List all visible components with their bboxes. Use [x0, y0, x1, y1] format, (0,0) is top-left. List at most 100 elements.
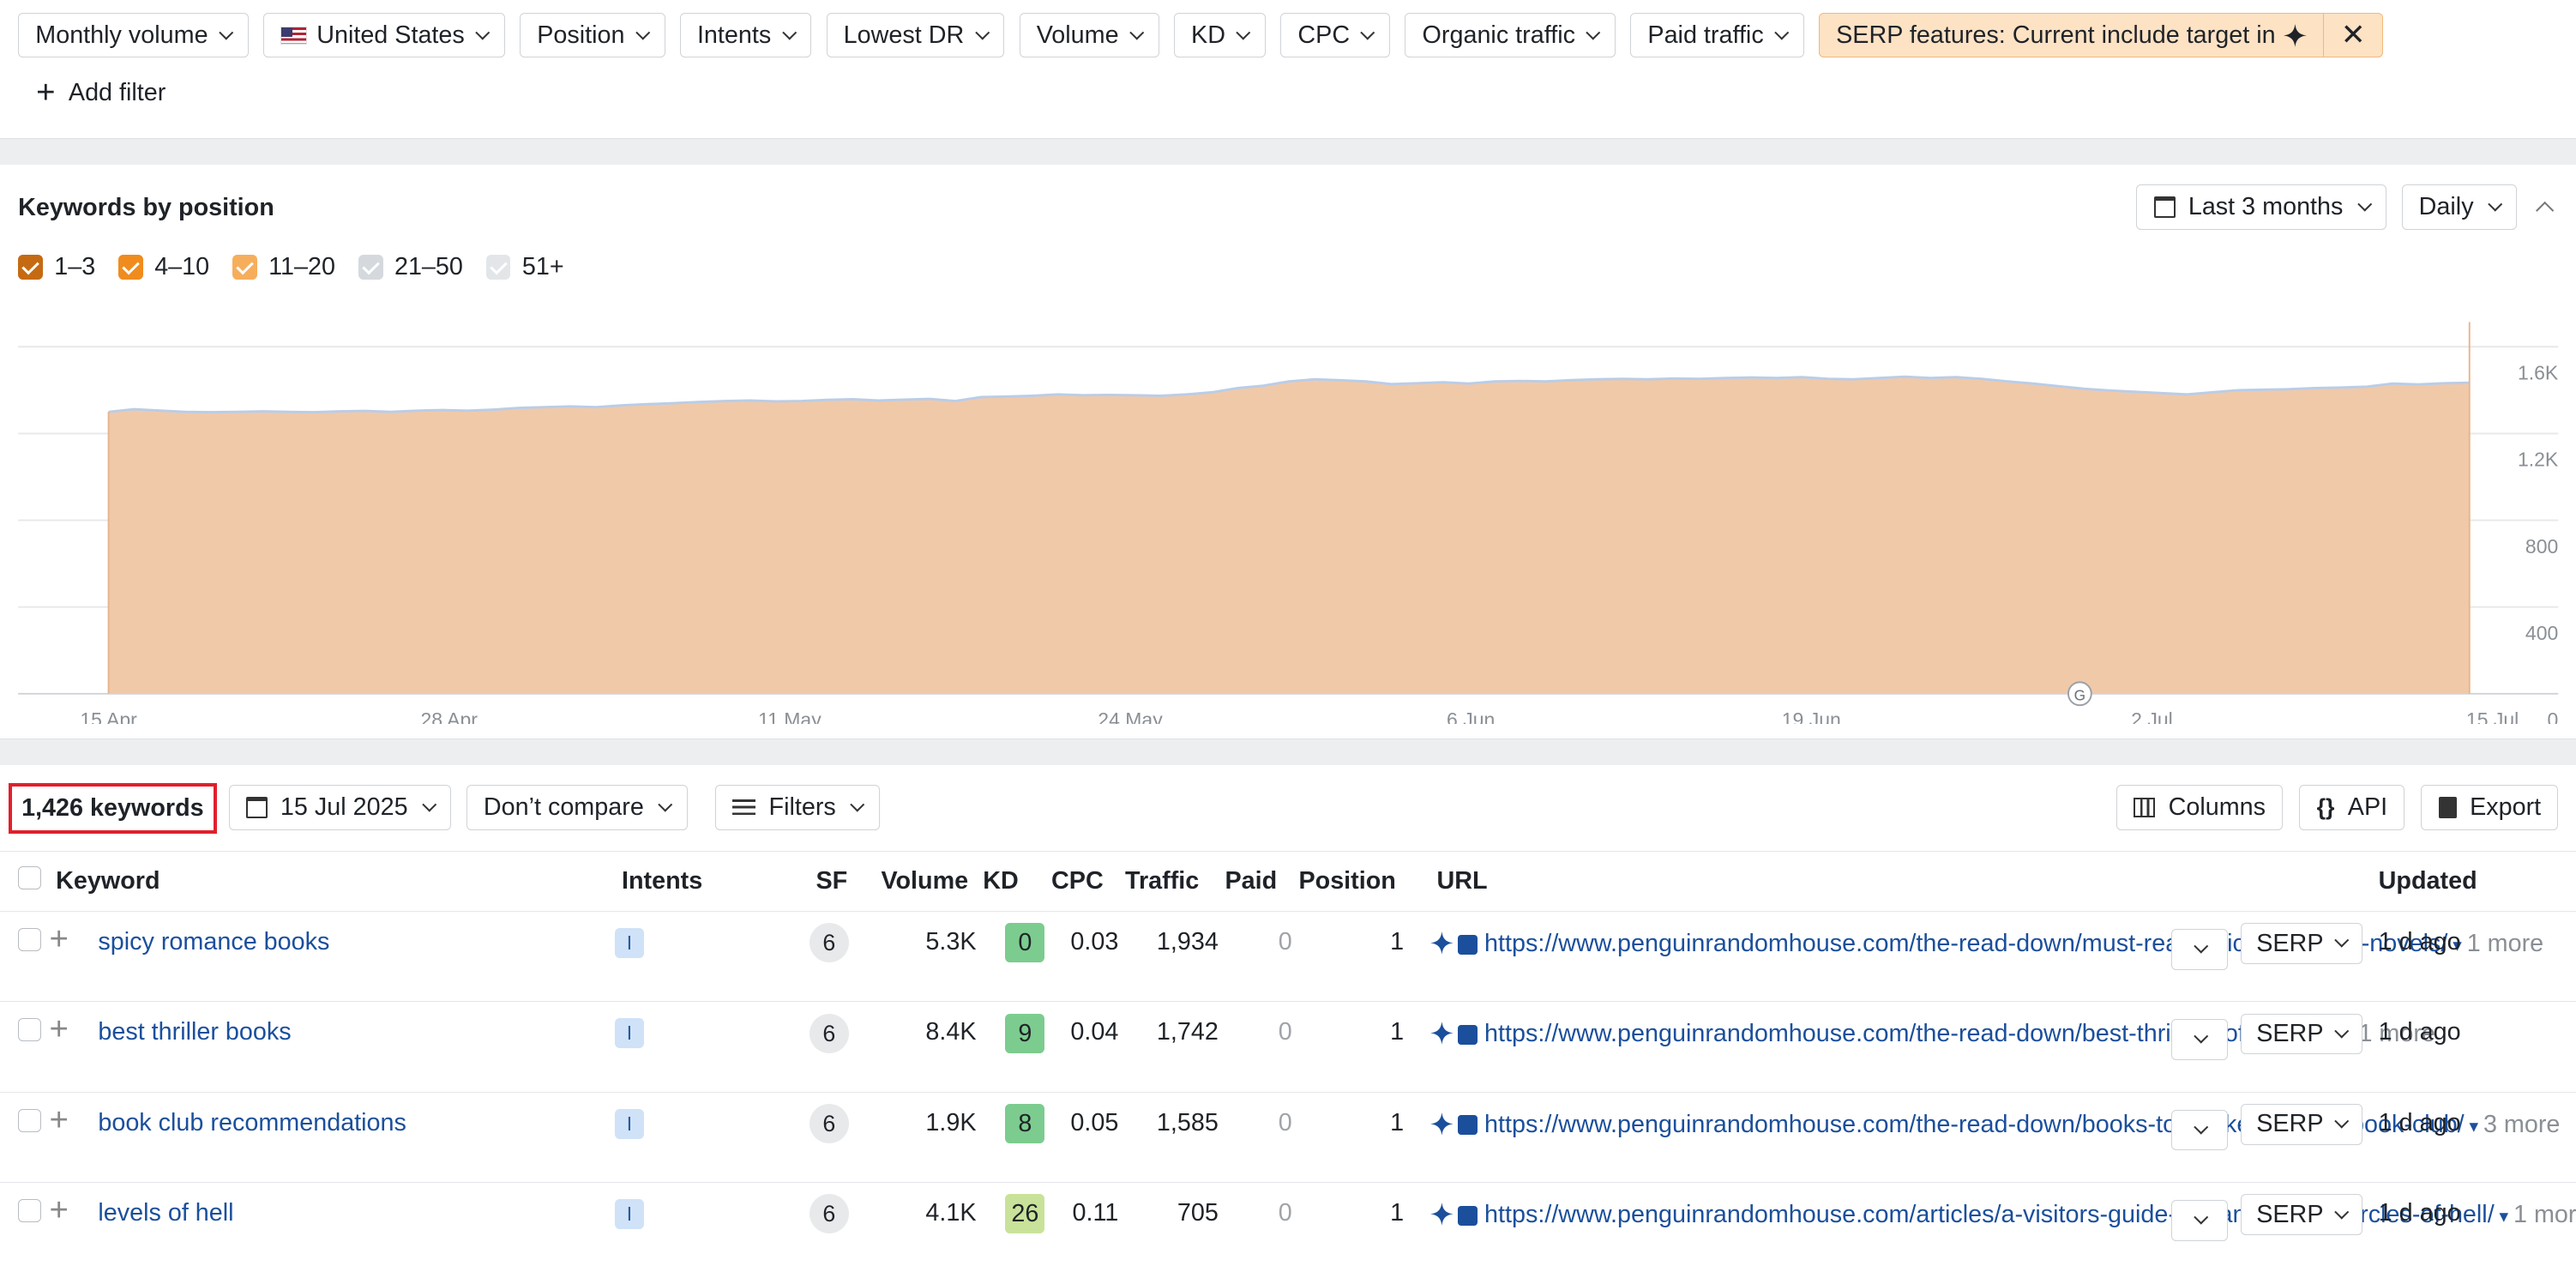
header-url[interactable]: URL: [1404, 852, 2167, 912]
dropdown-triangle-icon[interactable]: ▾: [2495, 1207, 2513, 1227]
braces-icon: {}: [2316, 793, 2335, 820]
row-actions-dropdown[interactable]: [2171, 928, 2228, 970]
legend-checkbox[interactable]: [232, 255, 257, 280]
date-dropdown[interactable]: 15 Jul 2025: [228, 784, 452, 831]
more-urls-link[interactable]: 1 more: [2467, 930, 2543, 957]
legend-checkbox[interactable]: [18, 255, 43, 280]
header-intents[interactable]: Intents: [615, 852, 810, 912]
compare-dropdown[interactable]: Don’t compare: [466, 784, 688, 831]
filter-united-states-dropdown[interactable]: United States: [262, 13, 505, 58]
legend-item[interactable]: 11–20: [232, 253, 335, 281]
legend-item[interactable]: 51+: [485, 253, 564, 281]
chart-controls: Last 3 months Daily: [2136, 184, 2558, 231]
select-all-checkbox[interactable]: [18, 866, 41, 889]
position-value: 1: [1390, 1108, 1405, 1136]
image-pack-icon: [1458, 1205, 1478, 1226]
serp-features-count[interactable]: 6: [809, 1013, 849, 1053]
add-to-list-plus-icon[interactable]: +: [49, 1010, 68, 1047]
volume-value: 8.4K: [925, 1018, 977, 1046]
export-button[interactable]: Export: [2421, 784, 2559, 831]
filter-lowest-dr-dropdown[interactable]: Lowest DR: [826, 13, 1005, 58]
interval-label: Daily: [2418, 193, 2474, 221]
x-tick-label: 6 Jun: [1447, 708, 1495, 723]
filters-dropdown[interactable]: Filters: [715, 784, 880, 831]
legend-item[interactable]: 21–50: [358, 253, 463, 281]
add-to-list-plus-icon[interactable]: +: [49, 920, 68, 957]
keyword-link[interactable]: levels of hell: [98, 1199, 233, 1227]
row-checkbox[interactable]: [18, 1018, 41, 1042]
filter-monthly-volume-dropdown[interactable]: Monthly volume: [18, 13, 249, 58]
serp-features-count[interactable]: 6: [809, 923, 849, 963]
header-volume[interactable]: Volume: [874, 852, 977, 912]
serp-features-label: SERP features: Current include target in: [1836, 21, 2276, 49]
legend-checkbox[interactable]: [358, 255, 383, 280]
header-traffic[interactable]: Traffic: [1118, 852, 1219, 912]
row-actions-dropdown[interactable]: [2171, 1109, 2228, 1151]
chevron-down-icon: [782, 25, 797, 39]
keyword-link[interactable]: best thriller books: [98, 1018, 291, 1046]
serp-button[interactable]: SERP: [2240, 1013, 2362, 1055]
date-range-dropdown[interactable]: Last 3 months: [2136, 184, 2387, 231]
clear-filter-close-icon[interactable]: ✕: [2323, 14, 2382, 57]
add-filter-button[interactable]: + Add filter: [36, 76, 166, 109]
add-to-list-plus-icon[interactable]: +: [49, 1101, 68, 1138]
kd-badge: 26: [1005, 1194, 1045, 1234]
legend-item[interactable]: 1–3: [18, 253, 95, 281]
chevron-down-icon: [1774, 25, 1789, 39]
filter-volume-dropdown[interactable]: Volume: [1019, 13, 1159, 58]
legend-checkbox[interactable]: [485, 255, 511, 280]
keyword-link[interactable]: spicy romance books: [98, 928, 329, 956]
row-checkbox[interactable]: [18, 1108, 41, 1132]
row-checkbox[interactable]: [18, 1199, 41, 1222]
serp-button[interactable]: SERP: [2240, 1194, 2362, 1236]
paid-value: 0: [1278, 1108, 1292, 1136]
filter-paid-traffic-dropdown[interactable]: Paid traffic: [1630, 13, 1804, 58]
header-keyword[interactable]: Keyword: [49, 852, 616, 912]
keyword-link[interactable]: book club recommendations: [98, 1109, 406, 1136]
header-paid[interactable]: Paid: [1218, 852, 1292, 912]
header-cpc[interactable]: CPC: [1044, 852, 1119, 912]
filter-label: Lowest DR: [843, 21, 965, 49]
more-urls-link[interactable]: 3 more: [2483, 1111, 2560, 1138]
serp-features-count[interactable]: 6: [809, 1103, 849, 1143]
row-checkbox[interactable]: [18, 927, 41, 951]
header-position[interactable]: Position: [1291, 852, 1405, 912]
us-flag-icon: [280, 26, 307, 45]
position-value: 1: [1390, 1018, 1405, 1046]
url-icons: [1429, 1199, 1478, 1226]
table-toolbar: 1,426 keywords 15 Jul 2025 Don’t compare…: [0, 764, 2576, 853]
serp-features-count[interactable]: 6: [809, 1194, 849, 1234]
header-sf[interactable]: SF: [809, 852, 875, 912]
row-actions-dropdown[interactable]: [2171, 1019, 2228, 1061]
filter-intents-dropdown[interactable]: Intents: [679, 13, 812, 58]
serp-features-filter[interactable]: SERP features: Current include target in…: [1818, 13, 2384, 58]
serp-button[interactable]: SERP: [2240, 923, 2362, 965]
url-wrap: https://www.penguinrandomhouse.com/artic…: [1429, 1199, 2576, 1233]
row-actions-dropdown[interactable]: [2171, 1199, 2228, 1241]
serp-features-label-wrap: SERP features: Current include target in: [1820, 14, 2323, 57]
header-updated[interactable]: Updated: [2371, 852, 2576, 912]
chevron-down-icon: [850, 797, 864, 811]
legend-item[interactable]: 4–10: [118, 253, 209, 281]
columns-button[interactable]: Columns: [2116, 784, 2284, 831]
header-kd[interactable]: KD: [976, 852, 1045, 912]
collapse-chart-button[interactable]: [2532, 194, 2559, 220]
url-icons: [1429, 1109, 1478, 1136]
interval-dropdown[interactable]: Daily: [2401, 184, 2518, 231]
chevron-down-icon: [219, 25, 233, 39]
legend-checkbox[interactable]: [118, 255, 143, 280]
url-wrap: https://www.penguinrandomhouse.com/the-r…: [1429, 1109, 2560, 1142]
filter-kd-dropdown[interactable]: KD: [1173, 13, 1266, 58]
filter-organic-traffic-dropdown[interactable]: Organic traffic: [1405, 13, 1616, 58]
filter-position-dropdown[interactable]: Position: [520, 13, 665, 58]
legend-label: 4–10: [154, 253, 210, 281]
api-button[interactable]: {} API: [2299, 784, 2405, 831]
updated-value: 1 d ago: [2378, 1199, 2461, 1227]
dropdown-triangle-icon[interactable]: ▾: [2465, 1117, 2483, 1136]
chevron-down-icon: [2194, 1209, 2209, 1225]
chart-panel: Keywords by position Last 3 months Daily…: [0, 164, 2576, 738]
serp-button[interactable]: SERP: [2240, 1103, 2362, 1145]
add-to-list-plus-icon[interactable]: +: [49, 1191, 68, 1228]
more-urls-link[interactable]: 1 more: [2513, 1201, 2576, 1228]
filter-cpc-dropdown[interactable]: CPC: [1280, 13, 1391, 58]
